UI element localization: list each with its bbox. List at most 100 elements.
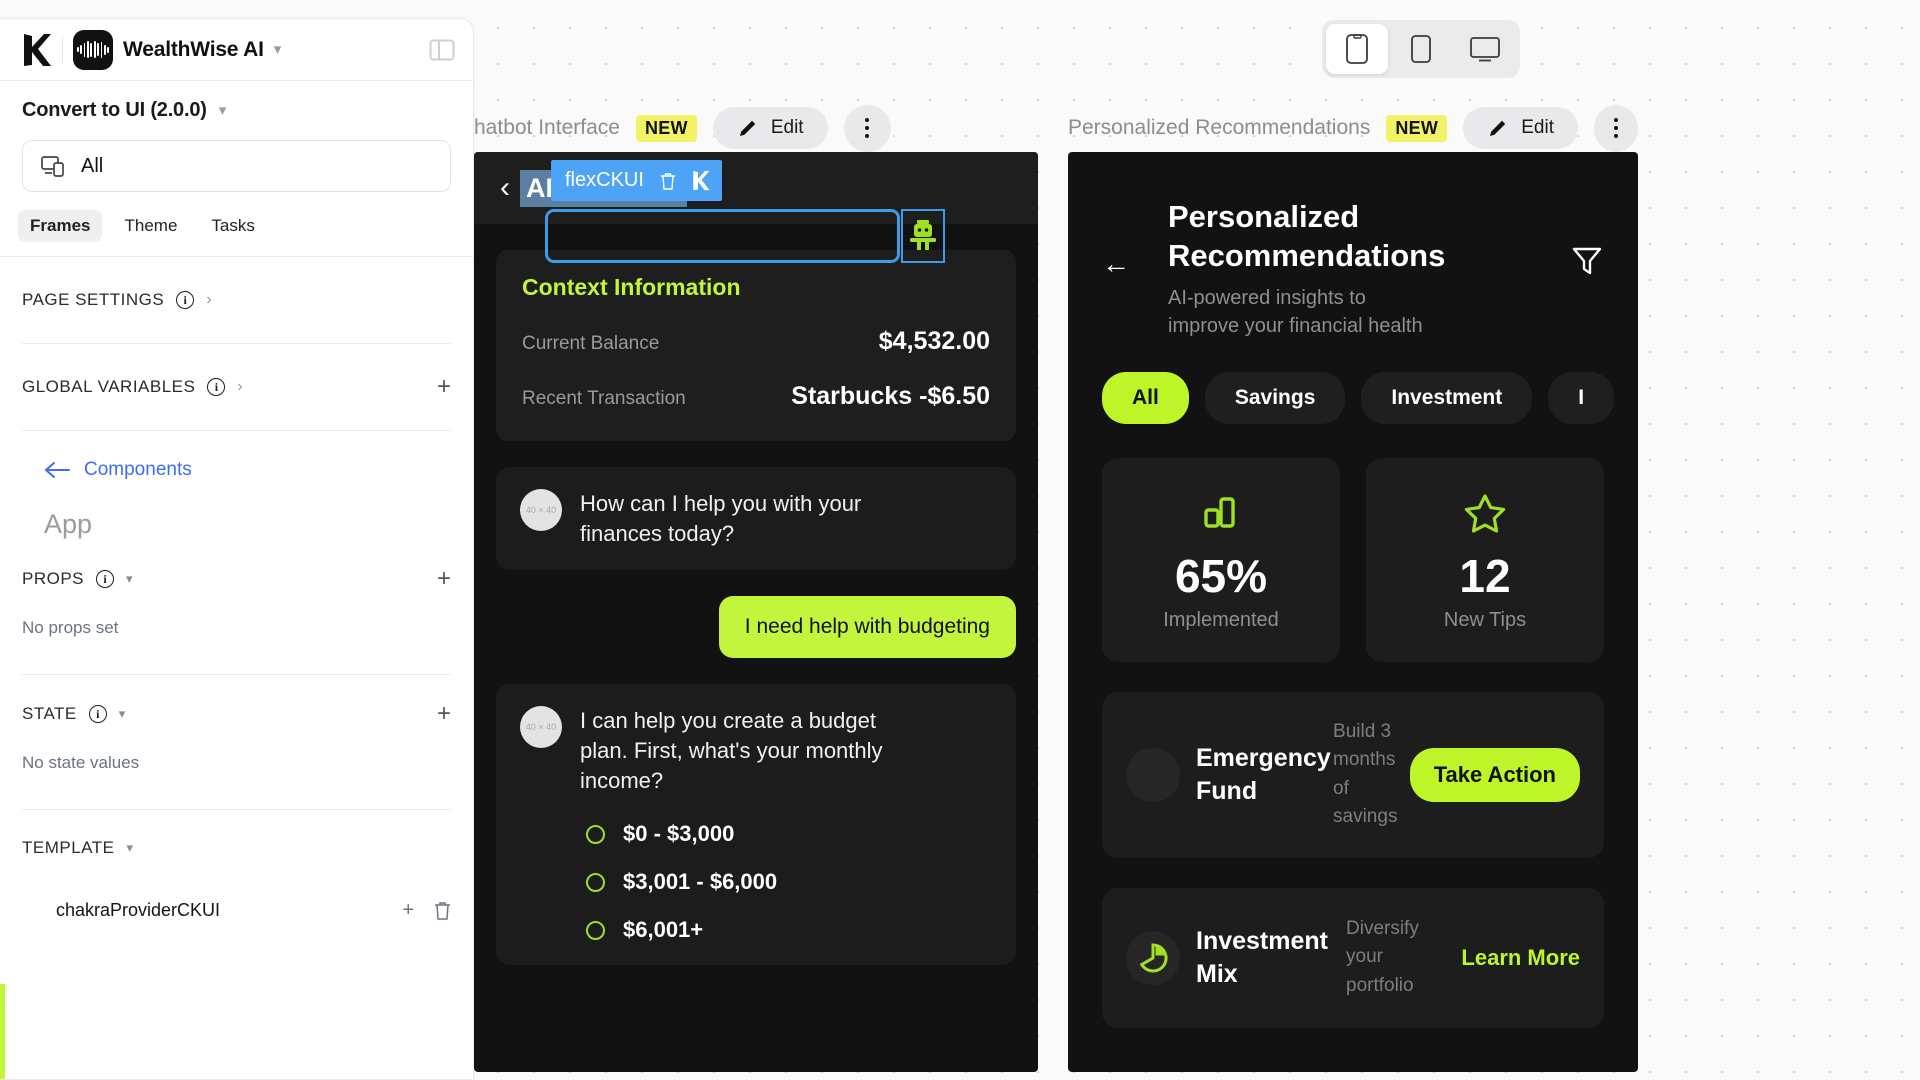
tab-theme[interactable]: Theme xyxy=(112,210,189,242)
frame-filter-select[interactable]: All xyxy=(22,140,451,192)
recommendation-card-emergency-fund: Emergency Fund Build 3 months of savings… xyxy=(1102,691,1604,858)
stats-row: 65% Implemented 12 New Tips xyxy=(1068,424,1638,662)
edit-label: Edit xyxy=(770,117,804,138)
device-tablet-button[interactable] xyxy=(1390,24,1452,74)
trash-icon[interactable] xyxy=(660,172,676,190)
stat-card-new-tips: 12 New Tips xyxy=(1366,457,1604,662)
add-icon[interactable]: + xyxy=(402,899,414,922)
chatbot-edit-button[interactable]: Edit xyxy=(712,107,828,149)
kombai-logo-icon xyxy=(24,33,51,66)
funnel-icon[interactable] xyxy=(1570,244,1604,278)
chevron-down-icon[interactable]: ▾ xyxy=(274,42,282,57)
state-section[interactable]: STATE i ▾ + xyxy=(0,675,473,753)
income-option[interactable]: $3,001 - $6,000 xyxy=(586,869,920,895)
chevron-right-icon[interactable]: › xyxy=(237,378,242,396)
chat-message-user: I need help with budgeting xyxy=(718,596,1016,659)
trash-icon[interactable] xyxy=(434,901,451,920)
recommendation-title: Investment Mix xyxy=(1196,927,1328,988)
template-item-label: chakraProviderCKUI xyxy=(56,899,221,920)
project-selector[interactable]: Convert to UI (2.0.0) ▾ xyxy=(0,81,473,136)
devices-icon xyxy=(41,156,64,177)
components-label: Components xyxy=(84,459,192,480)
recommendations-edit-button[interactable]: Edit xyxy=(1463,107,1578,149)
info-icon[interactable]: i xyxy=(207,378,226,396)
chip-all[interactable]: All xyxy=(1102,371,1189,424)
arrow-left-icon[interactable]: ← xyxy=(1102,250,1130,278)
recommendation-desc: Build 3 months of savings xyxy=(1333,720,1398,828)
global-variables-label: GLOBAL VARIABLES xyxy=(22,377,196,396)
chip-investment[interactable]: Investment xyxy=(1361,371,1533,424)
recommendations-more-button[interactable] xyxy=(1593,104,1638,152)
recommendations-header: Personalized Recommendations ← AI-powere… xyxy=(1068,152,1638,340)
pie-chart-icon xyxy=(1139,942,1168,972)
props-section[interactable]: PROPS i ▾ + xyxy=(0,540,473,618)
chevron-down-icon[interactable]: ▾ xyxy=(119,706,126,722)
selection-tag[interactable]: flexCKUI xyxy=(551,160,722,201)
device-switcher xyxy=(1322,20,1520,78)
project-name: Convert to UI (2.0.0) xyxy=(22,99,207,121)
category-chips: All Savings Investment I xyxy=(1068,340,1638,424)
desktop-icon xyxy=(1470,37,1500,62)
stat-value: 65% xyxy=(1174,549,1268,602)
selection-edge-indicator xyxy=(0,984,5,1079)
arrow-left-icon xyxy=(45,462,70,478)
chatbot-more-button[interactable] xyxy=(843,104,891,152)
radio-icon[interactable] xyxy=(586,824,605,844)
context-row: Recent Transaction Starbucks -$6.50 xyxy=(522,382,990,411)
chat-message-user-row: I need help with budgeting xyxy=(474,570,1038,659)
income-option-label: $0 - $3,000 xyxy=(623,821,735,847)
device-mobile-button[interactable] xyxy=(1326,24,1388,74)
chip-partial[interactable]: I xyxy=(1548,371,1615,424)
chatbot-frame-name[interactable]: hatbot Interface xyxy=(474,116,620,140)
canvas: WealthWise AI ▾ Convert to UI (2.0.0) ▾ … xyxy=(0,0,1920,1080)
global-variables-section[interactable]: GLOBAL VARIABLES i › + xyxy=(0,344,473,430)
tab-frames[interactable]: Frames xyxy=(18,210,103,242)
tab-tasks[interactable]: Tasks xyxy=(199,210,266,242)
chevron-down-icon[interactable]: ▾ xyxy=(126,840,133,856)
chevron-down-icon[interactable]: ▾ xyxy=(219,103,227,118)
info-icon[interactable]: i xyxy=(88,705,107,723)
component-name: App xyxy=(44,509,93,539)
context-value: Starbucks -$6.50 xyxy=(791,382,990,410)
income-option[interactable]: $6,001+ xyxy=(586,917,920,943)
chevron-right-icon[interactable]: › xyxy=(206,291,211,309)
context-value: $4,532.00 xyxy=(878,327,990,355)
chat-message-bot: 40 × 40 How can I help you with your fin… xyxy=(496,467,1016,571)
mobile-icon xyxy=(1346,34,1368,64)
recommendations-frame-name[interactable]: Personalized Recommendations xyxy=(1068,116,1370,140)
chatbot-frame-header: hatbot Interface NEW Edit xyxy=(474,104,1038,152)
stat-caption: New Tips xyxy=(1443,608,1527,631)
chip-savings[interactable]: Savings xyxy=(1204,371,1346,424)
add-global-variable-button[interactable]: + xyxy=(437,375,451,399)
back-to-components-link[interactable]: Components xyxy=(0,431,473,481)
state-empty-text: No state values xyxy=(22,753,140,772)
frame-filter-label: All xyxy=(81,154,104,177)
radio-icon[interactable] xyxy=(586,872,605,892)
template-section[interactable]: TEMPLATE ▾ xyxy=(0,810,473,886)
template-label: TEMPLATE xyxy=(22,838,115,857)
income-option[interactable]: $0 - $3,000 xyxy=(586,821,920,847)
radio-icon[interactable] xyxy=(586,920,605,940)
chat-message-text: How can I help you with your finances to… xyxy=(580,491,862,546)
page-settings-section[interactable]: PAGE SETTINGS i › xyxy=(0,257,473,343)
info-icon[interactable]: i xyxy=(176,291,195,309)
take-action-button[interactable]: Take Action xyxy=(1409,747,1580,802)
robot-icon-selection[interactable] xyxy=(901,209,945,263)
context-label: Recent Transaction xyxy=(522,388,686,409)
add-state-button[interactable]: + xyxy=(437,702,451,726)
recommendations-frame: Personalized Recommendations NEW Edit Pe… xyxy=(1068,104,1638,1072)
pencil-icon xyxy=(739,120,756,136)
info-icon[interactable]: i xyxy=(96,570,115,588)
panel-toggle-icon[interactable] xyxy=(429,38,455,62)
learn-more-link[interactable]: Learn More xyxy=(1461,945,1580,971)
template-item[interactable]: chakraProviderCKUI + xyxy=(0,886,473,934)
props-empty-text: No props set xyxy=(22,618,119,637)
recommendations-frame-header: Personalized Recommendations NEW Edit xyxy=(1068,104,1638,152)
chevron-down-icon[interactable]: ▾ xyxy=(126,571,133,587)
device-desktop-button[interactable] xyxy=(1454,24,1516,74)
recommendation-title: Emergency Fund xyxy=(1196,744,1331,805)
back-icon[interactable]: ‹ xyxy=(500,173,510,203)
avatar: 40 × 40 xyxy=(520,706,562,749)
add-prop-button[interactable]: + xyxy=(437,567,451,591)
kombai-logo-icon[interactable] xyxy=(692,170,710,191)
